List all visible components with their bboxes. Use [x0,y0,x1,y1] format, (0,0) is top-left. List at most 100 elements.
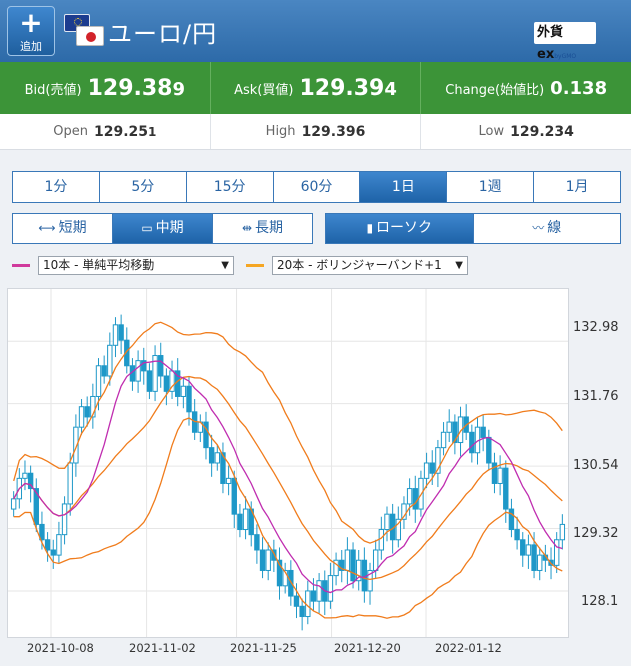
change-label: Change(始値比) [445,82,545,98]
candle [384,513,390,531]
candle [525,544,532,556]
tab-long-term[interactable]: ⇹ 長期 [213,214,312,243]
candle [310,590,317,602]
candle [480,426,486,438]
candle [107,344,113,377]
y-tick: 129.32 [573,526,619,541]
candle [423,462,430,479]
change-cell: Change(始値比) 0.138 [421,62,631,114]
open-cell: Open 129.251 [0,114,211,149]
sma-swatch [12,263,30,267]
add-button-label: 追加 [20,40,42,53]
candle [135,360,141,382]
candle [254,534,260,551]
term-tabs: ⟷ 短期 ▭ 中期 ⇹ 長期 [12,213,313,244]
price-chart[interactable] [7,288,569,638]
candle [293,595,300,607]
open-value: 129.251 [94,123,157,140]
candle [10,498,17,510]
candle [316,580,322,602]
candle [208,447,215,464]
change-value: 0.138 [550,77,608,99]
low-label: Low [478,124,505,139]
tab-1month[interactable]: 1月 [534,172,620,202]
x-tick: 2022-01-12 [435,641,502,655]
open-label: Open [53,124,88,139]
candle [112,324,119,346]
candle [429,462,435,474]
chart-svg [8,289,568,637]
add-button[interactable]: + 追加 [7,6,55,56]
candle [372,549,379,571]
tab-mid-term[interactable]: ▭ 中期 [113,214,213,243]
candle [446,421,452,433]
y-tick: 132.98 [573,320,619,335]
candle [497,467,503,484]
bollinger-select[interactable]: 20本 - ボリンジャーバンド+1 ▼ [272,255,468,275]
tab-short-term[interactable]: ⟷ 短期 [13,214,113,243]
high-label: High [265,124,296,139]
ask-cell: Ask(買値) 129.394 [211,62,422,114]
y-tick: 131.76 [573,389,619,404]
high-cell: High 129.396 [211,114,422,149]
candle [78,406,85,428]
tab-5min[interactable]: 5分 [100,172,187,202]
tab-1day[interactable]: 1日 [360,172,448,202]
chevron-down-icon: ▼ [455,259,463,271]
candle [514,529,520,541]
low-cell: Low 129.234 [421,114,631,149]
candle [163,375,170,392]
wide-range-icon: ⇹ [241,221,253,235]
candle [22,472,28,479]
y-tick: 130.54 [573,458,619,473]
candle [158,355,164,377]
app-header: + 追加 ユーロ/円 外貨exbyGMO [0,0,631,62]
chevron-down-icon: ▼ [221,259,229,271]
y-tick: 128.1 [581,594,619,609]
tab-1min[interactable]: 1分 [13,172,100,202]
candle [531,544,537,571]
low-value: 129.234 [510,123,574,140]
candle [350,549,356,582]
candle [118,324,124,341]
ask-label: Ask(買値) [234,82,294,98]
chart-style-tabs: ▮ ローソク 〰線 [325,213,621,244]
candle [101,365,107,377]
high-value: 129.396 [301,123,366,140]
tab-60min[interactable]: 60分 [274,172,361,202]
indicator-bollinger: 20本 - ボリンジャーバンド+1 ▼ [246,255,468,275]
bid-cell: Bid(売値) 129.389 [0,62,211,114]
range-bar: Open 129.251 High 129.396 Low 129.234 [0,114,631,150]
candle [225,477,232,484]
candle [237,513,243,531]
candle [231,477,237,515]
sma-select[interactable]: 10本 - 単純平均移動 ▼ [38,255,234,275]
candle [503,467,509,510]
narrow-range-icon: ⟷ [38,221,56,235]
candle [180,385,187,397]
tab-1week[interactable]: 1週 [447,172,535,202]
candle [412,488,418,510]
tab-15min[interactable]: 15分 [187,172,274,202]
tab-candlestick[interactable]: ▮ ローソク [326,214,474,243]
candle [327,575,334,602]
plus-icon: + [19,6,43,39]
candle [553,539,560,566]
candle [84,406,90,418]
indicator-sma: 10本 - 単純平均移動 ▼ [12,255,234,275]
mid-range-icon: ▭ [141,221,153,235]
candle [520,539,526,556]
candle [259,549,266,571]
bid-value: 129.389 [87,75,186,101]
brand-logo: 外貨exbyGMO [534,22,596,62]
tab-line[interactable]: 〰線 [474,214,621,243]
candle [406,488,413,505]
candle [344,549,351,571]
candle [265,549,271,571]
ask-value: 129.394 [299,75,397,101]
x-tick: 2021-11-25 [230,641,297,655]
candle [67,462,73,505]
japan-flag-icon [76,26,104,46]
candle [299,605,305,618]
price-bar: Bid(売値) 129.389 Ask(買値) 129.394 Change(始… [0,62,631,114]
